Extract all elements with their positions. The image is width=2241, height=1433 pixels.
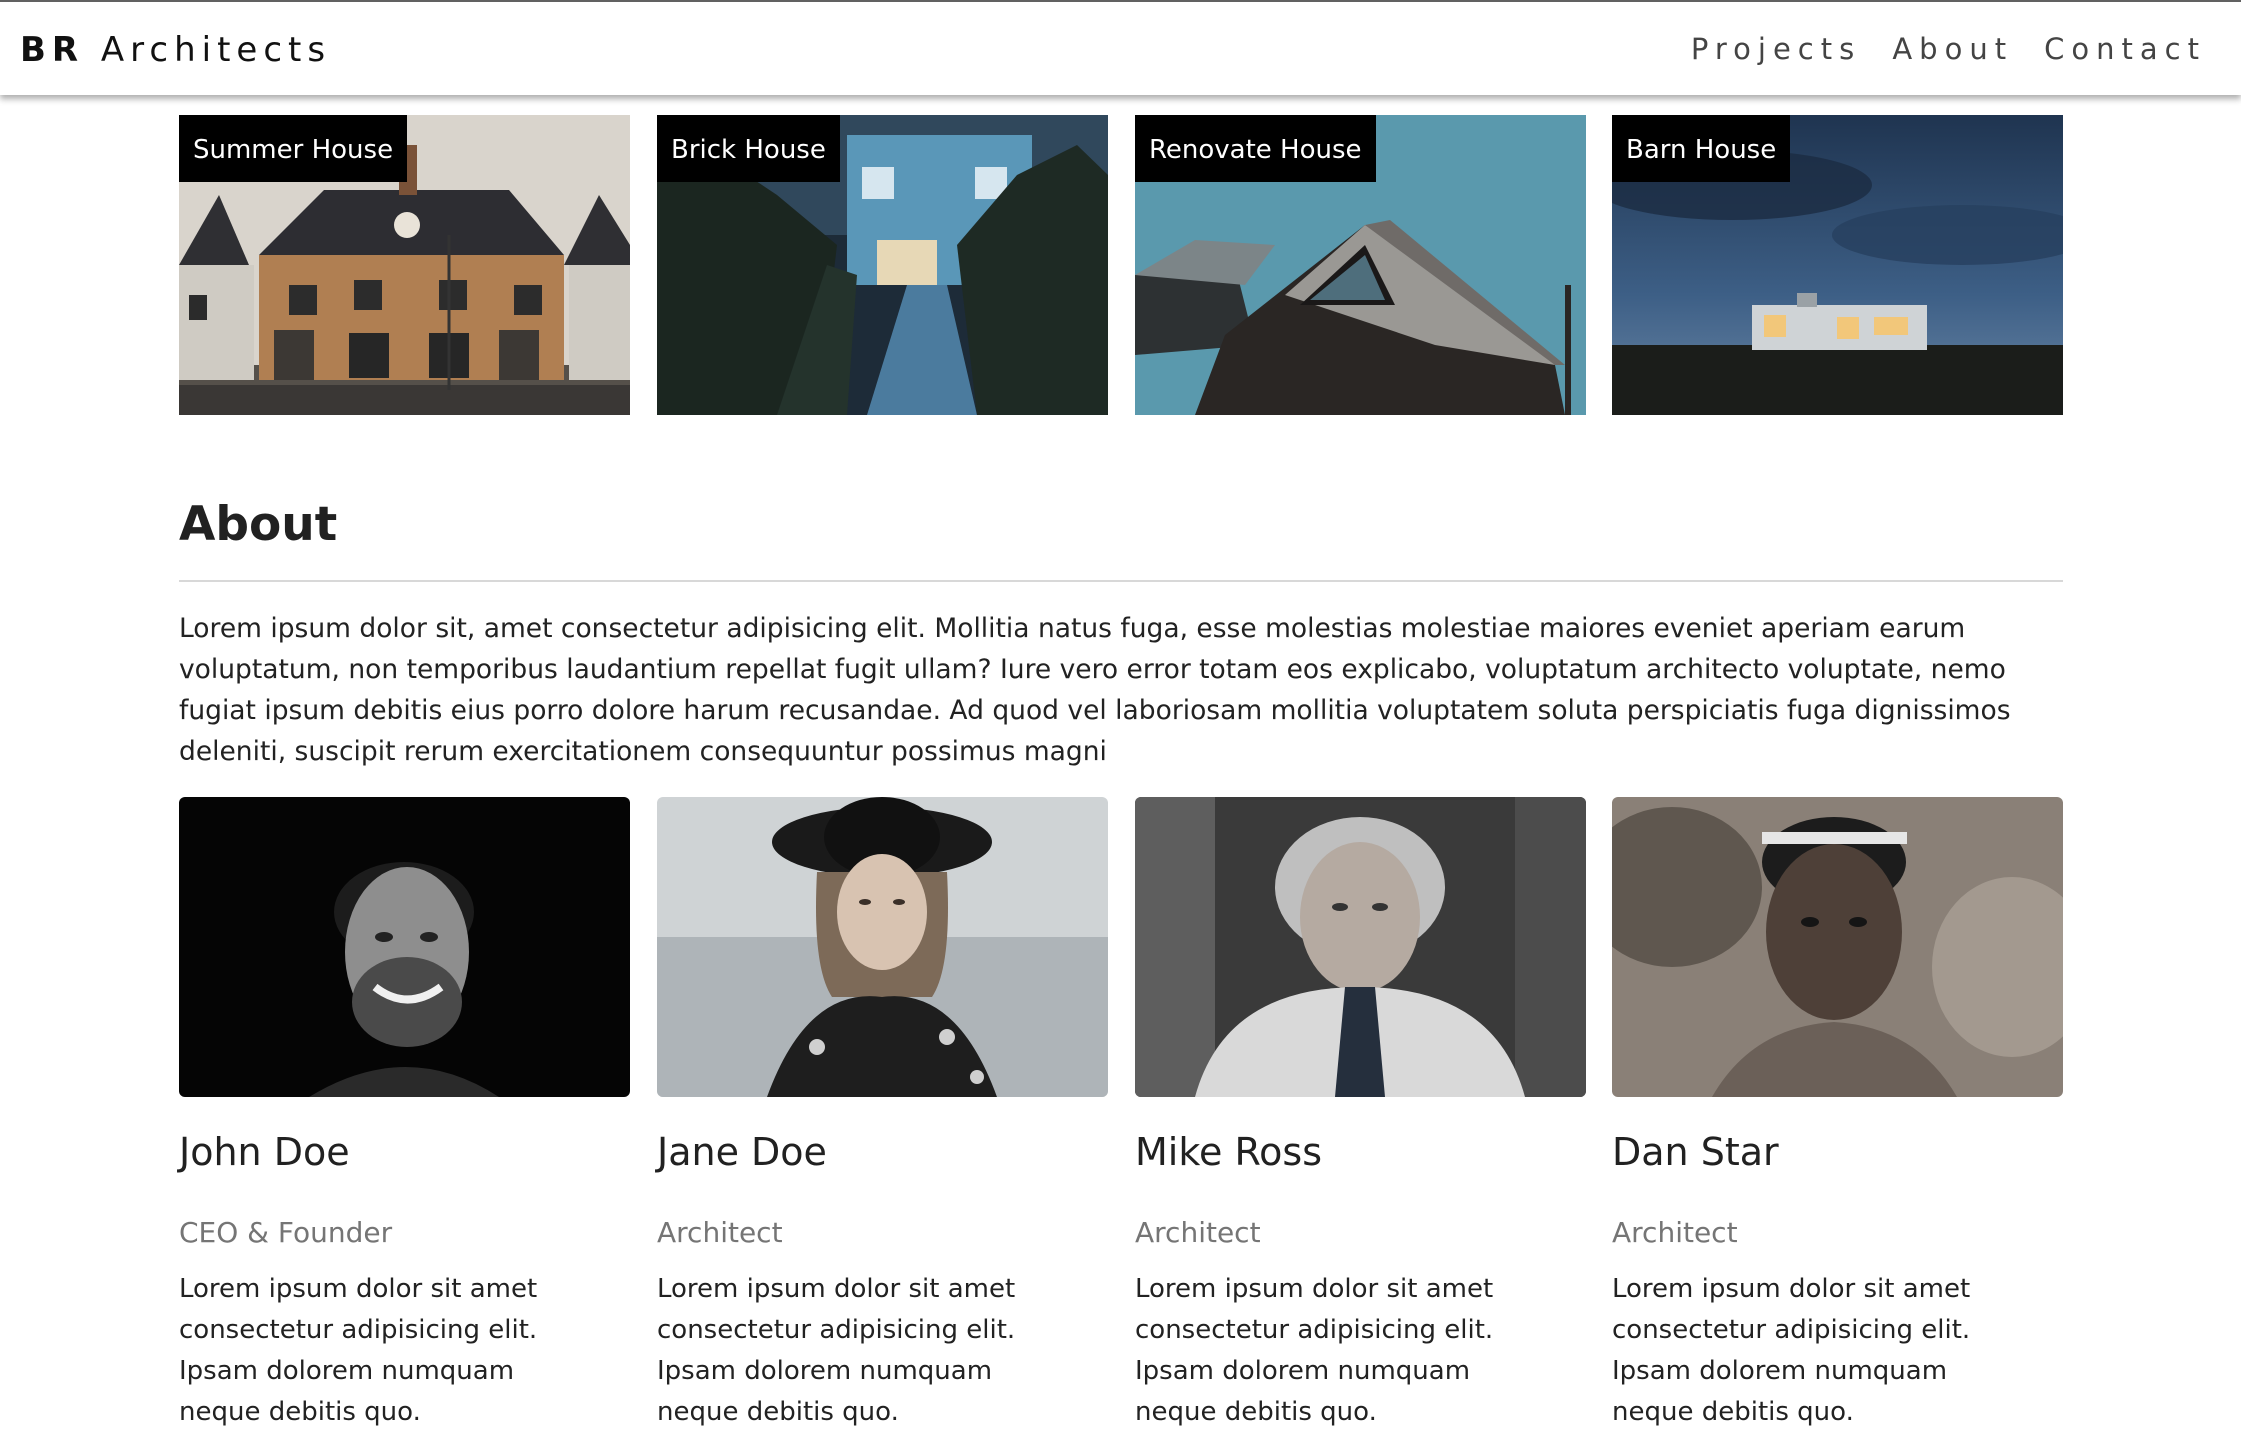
team-photo-john-doe [179, 797, 630, 1097]
member-bio: Lorem ipsum dolor sit amet consectetur a… [1135, 1274, 1494, 1427]
nav-links: Projects About Contact [1665, 32, 2206, 66]
member-name: Jane Doe [657, 1130, 827, 1174]
project-label: Brick House [657, 115, 840, 182]
project-label: Renovate House [1135, 115, 1376, 182]
nav-link-about[interactable]: About [1892, 32, 2013, 66]
member-role: Architect [657, 1216, 783, 1249]
project-card-summer-house[interactable]: Summer House [179, 115, 630, 415]
member-role: Architect [1135, 1216, 1261, 1249]
brand-text: Architects [100, 30, 332, 70]
nav-link-contact[interactable]: Contact [2044, 32, 2206, 66]
portrait-john-doe [179, 797, 630, 1097]
member-name: John Doe [179, 1130, 350, 1174]
team-photo-mike-ross [1135, 797, 1586, 1097]
member-bio: Lorem ipsum dolor sit amet consectetur a… [657, 1274, 1016, 1427]
project-card-renovate-house[interactable]: Renovate House [1135, 115, 1586, 415]
nav-link-projects[interactable]: Projects [1691, 32, 1861, 66]
project-label: Summer House [179, 115, 408, 182]
about-divider [179, 580, 2063, 582]
about-heading: About [179, 497, 338, 552]
brand-logo[interactable]: BR Architects [20, 30, 331, 70]
member-name: Dan Star [1612, 1130, 1779, 1174]
brand-bold-text: BR [20, 30, 85, 70]
portrait-dan-star [1612, 797, 2063, 1097]
portrait-jane-doe [657, 797, 1108, 1097]
team-photo-jane-doe [657, 797, 1108, 1097]
member-bio: Lorem ipsum dolor sit amet consectetur a… [1612, 1274, 1971, 1427]
member-name: Mike Ross [1135, 1130, 1322, 1174]
project-card-brick-house[interactable]: Brick House [657, 115, 1108, 415]
portrait-mike-ross [1135, 797, 1586, 1097]
project-label: Barn House [1612, 115, 1791, 182]
member-bio: Lorem ipsum dolor sit amet consectetur a… [179, 1274, 538, 1427]
top-navbar: BR Architects Projects About Contact [0, 0, 2241, 95]
member-role: CEO & Founder [179, 1216, 393, 1249]
about-text: Lorem ipsum dolor sit, amet consectetur … [179, 613, 2011, 767]
project-card-barn-house[interactable]: Barn House [1612, 115, 2063, 415]
team-photo-dan-star [1612, 797, 2063, 1097]
member-role: Architect [1612, 1216, 1738, 1249]
